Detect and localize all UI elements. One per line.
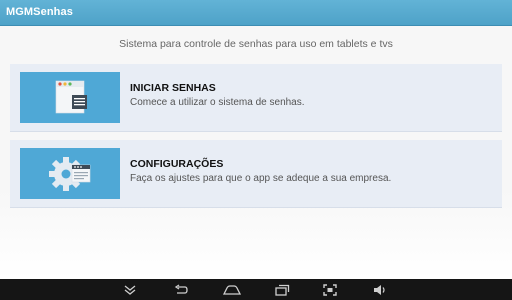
volume-icon[interactable] (366, 279, 394, 300)
home-icon[interactable] (218, 279, 246, 300)
system-navigation-bar (0, 279, 512, 300)
app-title: MGMSenhas (6, 6, 73, 18)
collapse-icon[interactable] (116, 279, 144, 300)
back-icon[interactable] (167, 279, 195, 300)
settings-title: CONFIGURAÇÕES (130, 158, 224, 170)
gear-window-icon (20, 148, 120, 199)
start-passwords-description: Comece a utilizar o sistema de senhas. (130, 97, 305, 108)
settings-description: Faça os ajustes para que o app se adeque… (130, 173, 392, 184)
browser-window-icon (20, 72, 120, 123)
page-subtitle: Sistema para controle de senhas para uso… (119, 38, 393, 50)
screenshot-icon[interactable] (316, 279, 344, 300)
start-passwords-card[interactable]: INICIAR SENHAS Comece a utilizar o siste… (10, 64, 502, 132)
main-content: Sistema para controle de senhas para uso… (0, 26, 512, 279)
app-bar: MGMSenhas (0, 0, 512, 26)
settings-card[interactable]: CONFIGURAÇÕES Faça os ajustes para que o… (10, 140, 502, 208)
start-passwords-title: INICIAR SENHAS (130, 82, 216, 94)
recent-apps-icon[interactable] (268, 279, 296, 300)
